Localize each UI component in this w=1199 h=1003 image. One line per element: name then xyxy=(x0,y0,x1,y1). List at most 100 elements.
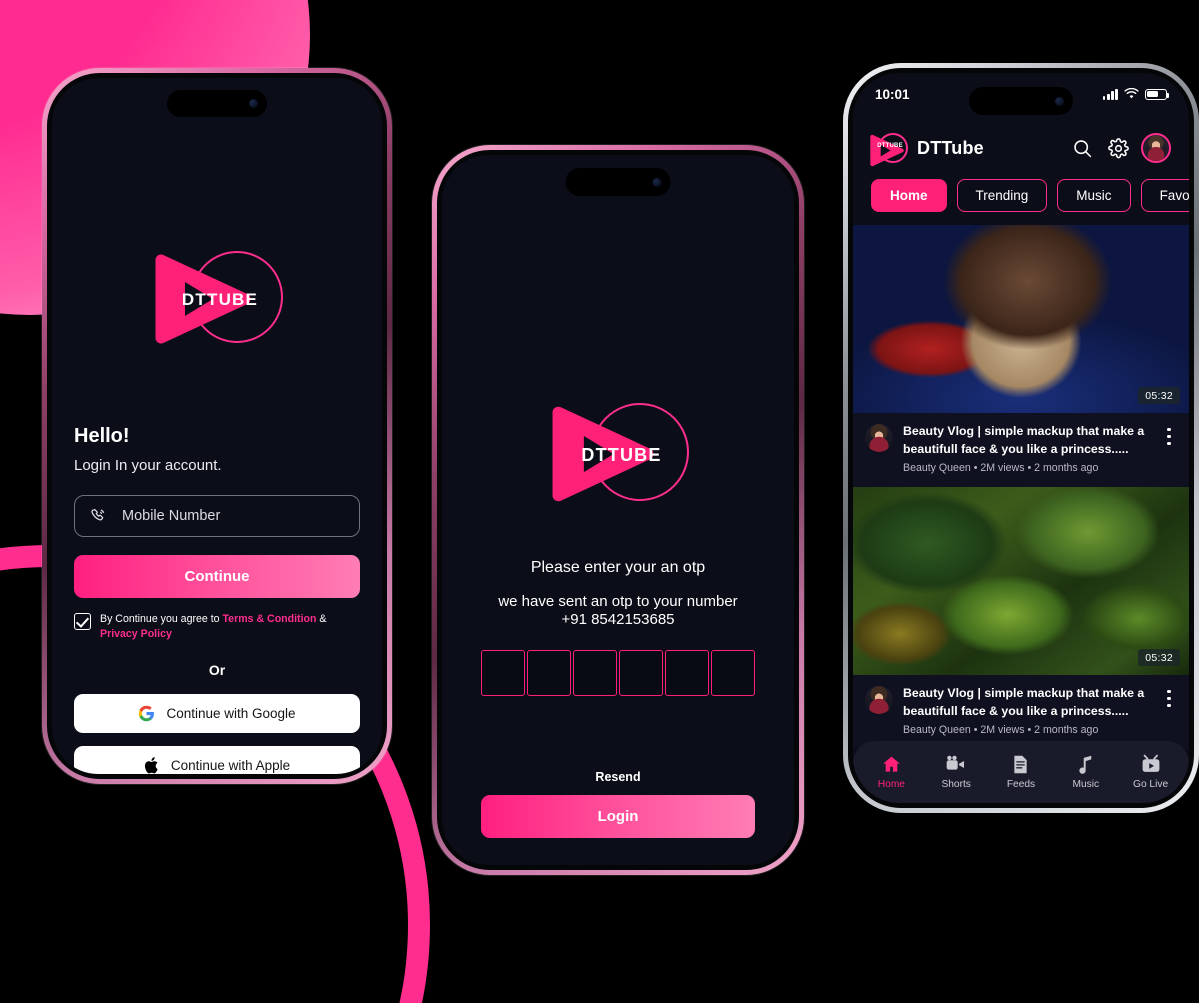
otp-digit-6[interactable] xyxy=(711,650,755,696)
terms-consent-row[interactable]: By Continue you agree to Terms & Conditi… xyxy=(74,612,362,642)
gear-icon[interactable] xyxy=(1105,135,1131,161)
meta-separator: • xyxy=(973,462,978,474)
chip-music[interactable]: Music xyxy=(1057,179,1131,212)
mobile-number-placeholder: Mobile Number xyxy=(122,508,221,524)
video-subtitle: Beauty Queen • 2M views • 2 months ago xyxy=(903,724,1098,736)
login-button[interactable]: Login xyxy=(481,795,755,838)
terms-conditions-link[interactable]: Terms & Condition xyxy=(223,613,317,625)
login-heading: Hello! xyxy=(74,425,130,447)
video-thumbnail[interactable]: 05:32 xyxy=(853,225,1189,413)
wifi-icon xyxy=(1124,88,1139,99)
channel-avatar[interactable] xyxy=(865,686,893,714)
continue-with-google-button[interactable]: Continue with Google xyxy=(74,694,360,733)
front-camera-icon xyxy=(249,99,258,108)
front-camera-icon xyxy=(1055,96,1064,106)
video-title: Beauty Vlog | simple mackup that make a … xyxy=(903,686,1145,718)
video-more-options-icon[interactable] xyxy=(1161,684,1177,708)
nav-label-music: Music xyxy=(1072,779,1100,790)
otp-digit-1[interactable] xyxy=(481,650,525,696)
nav-label-shorts: Shorts xyxy=(941,779,971,790)
user-avatar[interactable] xyxy=(1141,133,1171,163)
channel-name: Beauty Queen xyxy=(903,724,971,736)
login-screen: DTTUBE Hello! Login In your account. Mob… xyxy=(52,78,382,774)
meta-separator: • xyxy=(1027,724,1032,736)
meta-separator: • xyxy=(973,724,978,736)
phone-login-mockup: DTTUBE Hello! Login In your account. Mob… xyxy=(42,68,392,784)
channel-name: Beauty Queen xyxy=(903,462,971,474)
terms-joiner: & xyxy=(316,613,327,625)
nav-label-feeds: Feeds xyxy=(1006,779,1036,790)
video-camera-icon xyxy=(946,755,965,770)
or-divider-label: Or xyxy=(208,662,226,678)
otp-digit-3[interactable] xyxy=(573,650,617,696)
home-icon xyxy=(883,756,900,772)
category-chips[interactable]: Home Trending Music Favourite Fa xyxy=(853,179,1189,213)
continue-with-apple-button[interactable]: Continue with Apple xyxy=(74,746,360,774)
promo-mockup-canvas: DTTUBE Hello! Login In your account. Mob… xyxy=(0,0,1199,1003)
video-meta: Beauty Vlog | simple mackup that make a … xyxy=(853,413,1189,487)
google-icon xyxy=(139,705,155,722)
otp-digit-4[interactable] xyxy=(619,650,663,696)
dynamic-island xyxy=(565,168,671,196)
video-views: 2M views xyxy=(980,462,1025,474)
privacy-policy-link[interactable]: Privacy Policy xyxy=(100,628,172,640)
video-thumbnail[interactable]: 05:32 xyxy=(853,487,1189,675)
resend-otp-link[interactable]: Resend xyxy=(442,770,794,784)
logo-wordmark: DTTUBE xyxy=(581,445,662,465)
video-more-options-icon[interactable] xyxy=(1161,422,1177,446)
chip-home[interactable]: Home xyxy=(871,179,947,212)
nav-item-music[interactable]: Music xyxy=(1057,754,1115,790)
nav-label-home: Home xyxy=(877,779,905,790)
mobile-number-input[interactable]: Mobile Number xyxy=(74,495,360,537)
video-duration-badge: 05:32 xyxy=(1138,649,1180,666)
phone-otp-mockup: DTTUBE Please enter your an otp we have … xyxy=(432,145,804,875)
video-feed[interactable]: 05:32 Beauty Vlog | simple mackup that m… xyxy=(853,225,1189,803)
video-views: 2M views xyxy=(980,724,1025,736)
dynamic-island xyxy=(167,90,267,117)
nav-item-feeds[interactable]: Feeds xyxy=(992,754,1050,790)
video-card[interactable]: 05:32 Beauty Vlog | simple mackup that m… xyxy=(853,487,1189,749)
logo-wordmark: DTTUBE xyxy=(877,143,903,149)
dttube-home-screen: 10:01 DTTUBE DTTube Home Trending Music … xyxy=(853,73,1189,803)
search-icon[interactable] xyxy=(1069,135,1095,161)
phone-call-icon xyxy=(91,508,105,520)
nav-item-shorts[interactable]: Shorts xyxy=(927,754,985,790)
video-age: 2 months ago xyxy=(1034,462,1099,474)
video-age: 2 months ago xyxy=(1034,724,1099,736)
app-logo: DTTUBE xyxy=(442,392,794,517)
apple-button-label: Continue with Apple xyxy=(170,758,291,773)
otp-sent-text: we have sent an otp to your number xyxy=(498,593,738,610)
meta-separator: • xyxy=(1027,462,1032,474)
app-title: DTTube xyxy=(917,137,984,158)
app-logo: DTTUBE xyxy=(870,130,908,167)
otp-phone-number: +91 8542153685 xyxy=(561,611,675,628)
otp-screen: DTTUBE Please enter your an otp we have … xyxy=(442,155,794,865)
otp-input-group[interactable] xyxy=(481,650,755,696)
nav-item-home[interactable]: Home xyxy=(862,754,920,790)
status-bar-time: 10:01 xyxy=(875,86,910,102)
battery-icon xyxy=(1145,88,1170,100)
otp-digit-5[interactable] xyxy=(665,650,709,696)
google-button-label: Continue with Google xyxy=(166,706,296,721)
login-subheading: Login In your account. xyxy=(74,457,222,474)
nav-label-go-live: Go Live xyxy=(1133,779,1169,790)
otp-title: Please enter your an otp xyxy=(530,559,706,576)
terms-checkbox[interactable] xyxy=(74,613,91,630)
bottom-navigation[interactable]: Home Shorts Feeds Music Go Live xyxy=(853,741,1189,803)
nav-item-go-live[interactable]: Go Live xyxy=(1122,754,1180,790)
video-title: Beauty Vlog | simple mackup that make a … xyxy=(903,424,1145,456)
channel-avatar[interactable] xyxy=(865,424,893,452)
app-logo: DTTUBE xyxy=(52,238,382,358)
signal-bars-icon xyxy=(1102,88,1118,100)
continue-button[interactable]: Continue xyxy=(74,555,360,598)
front-camera-icon xyxy=(652,177,662,187)
tv-icon xyxy=(1142,754,1159,772)
otp-digit-2[interactable] xyxy=(527,650,571,696)
chip-favourite[interactable]: Favourite xyxy=(1140,179,1189,212)
video-card[interactable]: 05:32 Beauty Vlog | simple mackup that m… xyxy=(853,225,1189,487)
logo-play-triangle-icon xyxy=(870,134,904,167)
chip-trending[interactable]: Trending xyxy=(956,179,1048,212)
music-note-icon xyxy=(1079,755,1092,774)
phone-home-mockup: 10:01 DTTUBE DTTube Home Trending Music … xyxy=(843,63,1199,813)
terms-prefix: By Continue you agree to xyxy=(100,613,223,625)
